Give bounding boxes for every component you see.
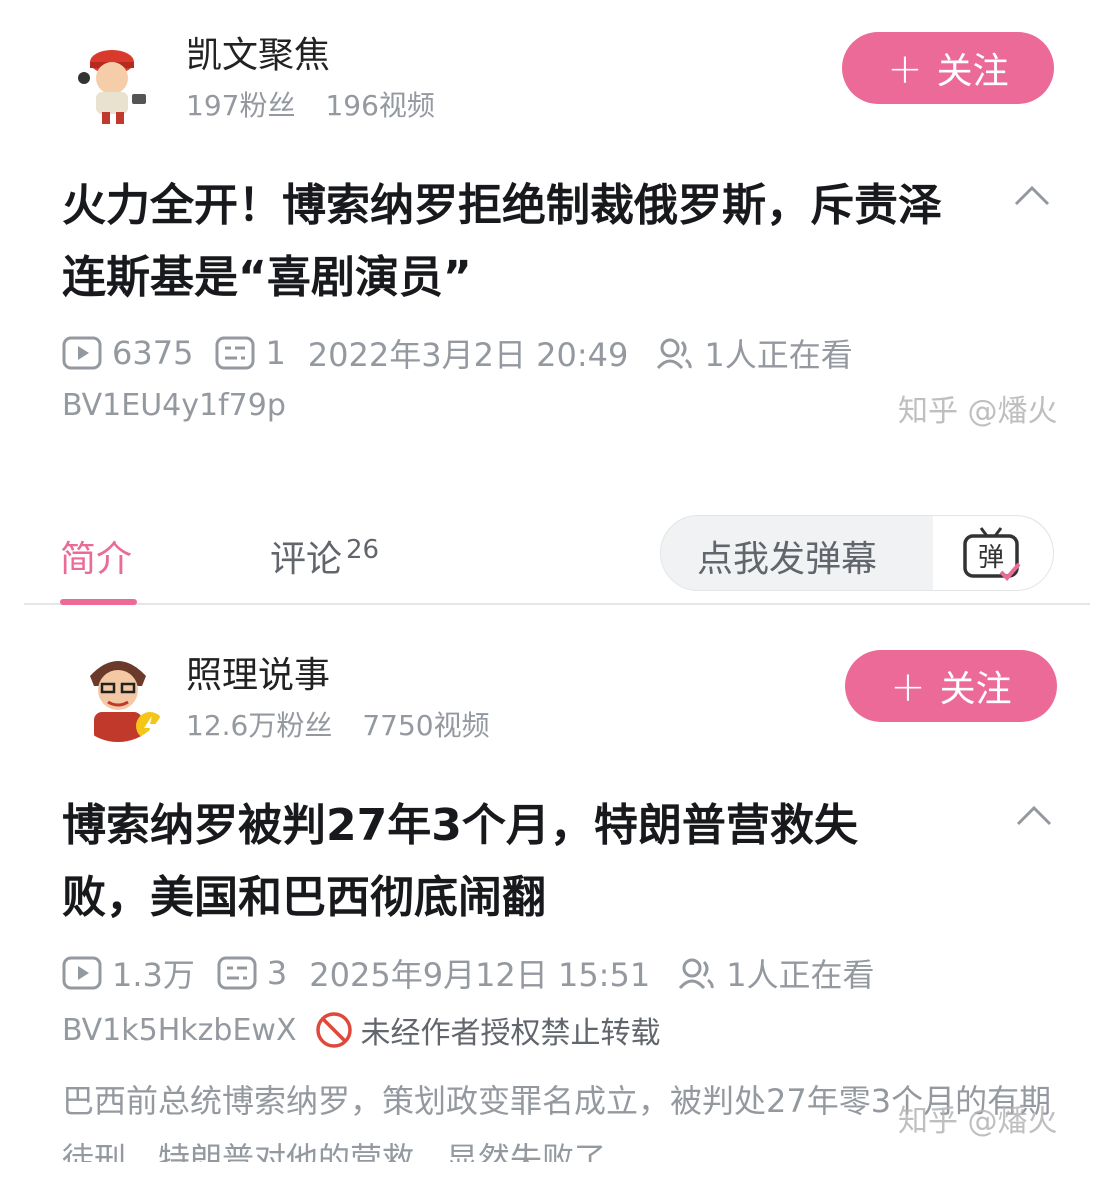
channel-stats: 197粉丝 196视频: [186, 84, 435, 124]
follow-button[interactable]: + 关注: [842, 32, 1054, 104]
danmaku-count: 3: [266, 954, 288, 992]
danmaku-tv-icon: 弹: [963, 527, 1021, 581]
danmaku-input[interactable]: 点我发弹幕 弹: [660, 515, 1054, 591]
bvid: BV1EU4y1f79p: [62, 388, 286, 423]
bvid-row: BV1k5HkzbEwX 未经作者授权禁止转载: [62, 1008, 661, 1052]
watching-count: 1人正在看: [726, 956, 875, 994]
active-tab-indicator: [60, 599, 137, 605]
plus-icon: +: [887, 43, 923, 93]
danmaku-count-icon: [217, 956, 257, 990]
watermark: 知乎 @燔火: [898, 394, 1058, 429]
follow-label: 关注: [939, 669, 1012, 710]
channel-name[interactable]: 照理说事: [186, 646, 330, 698]
video-title: 博索纳罗被判27年3个月，特朗普营救失败，美国和巴西彻底闹翻: [62, 800, 858, 923]
bvid: BV1k5HkzbEwX: [62, 1012, 297, 1048]
play-count-icon: [62, 336, 102, 370]
avatar[interactable]: [70, 646, 166, 742]
tab-comments-label: 评论: [270, 539, 343, 580]
video-meta: 6375 1 2022年3月2日 20:49 1人正在看: [62, 330, 853, 376]
danmaku-count: 1: [265, 334, 286, 372]
svg-text:弹: 弹: [978, 543, 1004, 573]
prohibited-icon: [315, 1011, 353, 1049]
video-count: 196视频: [325, 89, 435, 122]
tab-comments[interactable]: 评论 26: [270, 530, 379, 582]
channel-stats: 12.6万粉丝 7750视频: [186, 704, 490, 744]
view-count: 1.3万: [112, 956, 195, 994]
watching-icon: [654, 336, 694, 370]
danmaku-toggle-button[interactable]: 弹: [933, 516, 1053, 590]
fans-count: 197粉丝: [186, 89, 296, 122]
video-title: 火力全开！博索纳罗拒绝制裁俄罗斯，斥责泽连斯基是“喜剧演员”: [62, 180, 942, 303]
channel-name[interactable]: 凯文聚焦: [186, 26, 330, 78]
follow-button[interactable]: + 关注: [845, 650, 1057, 722]
watching-icon: [676, 956, 716, 990]
plus-icon: +: [890, 661, 926, 711]
comment-count: 26: [346, 535, 380, 565]
no-repost-notice: 未经作者授权禁止转载: [360, 1016, 661, 1051]
publish-date: 2022年3月2日 20:49: [307, 336, 629, 374]
play-count-icon: [62, 956, 102, 990]
danmaku-count-icon: [215, 336, 255, 370]
video-meta: 1.3万 3 2025年9月12日 15:51 1人正在看: [62, 950, 875, 996]
follow-label: 关注: [936, 51, 1009, 92]
watermark: 知乎 @燔火: [898, 1104, 1058, 1139]
danmaku-placeholder: 点我发弹幕: [697, 539, 878, 580]
chevron-up-icon[interactable]: [1014, 796, 1054, 836]
publish-date: 2025年9月12日 15:51: [309, 956, 651, 994]
fans-count: 12.6万粉丝: [186, 709, 333, 742]
video-count: 7750视频: [362, 709, 490, 742]
view-count: 6375: [112, 334, 194, 372]
avatar[interactable]: [62, 32, 158, 128]
watching-count: 1人正在看: [704, 336, 853, 374]
chevron-up-icon[interactable]: [1012, 176, 1052, 216]
tab-intro[interactable]: 简介: [60, 530, 132, 582]
